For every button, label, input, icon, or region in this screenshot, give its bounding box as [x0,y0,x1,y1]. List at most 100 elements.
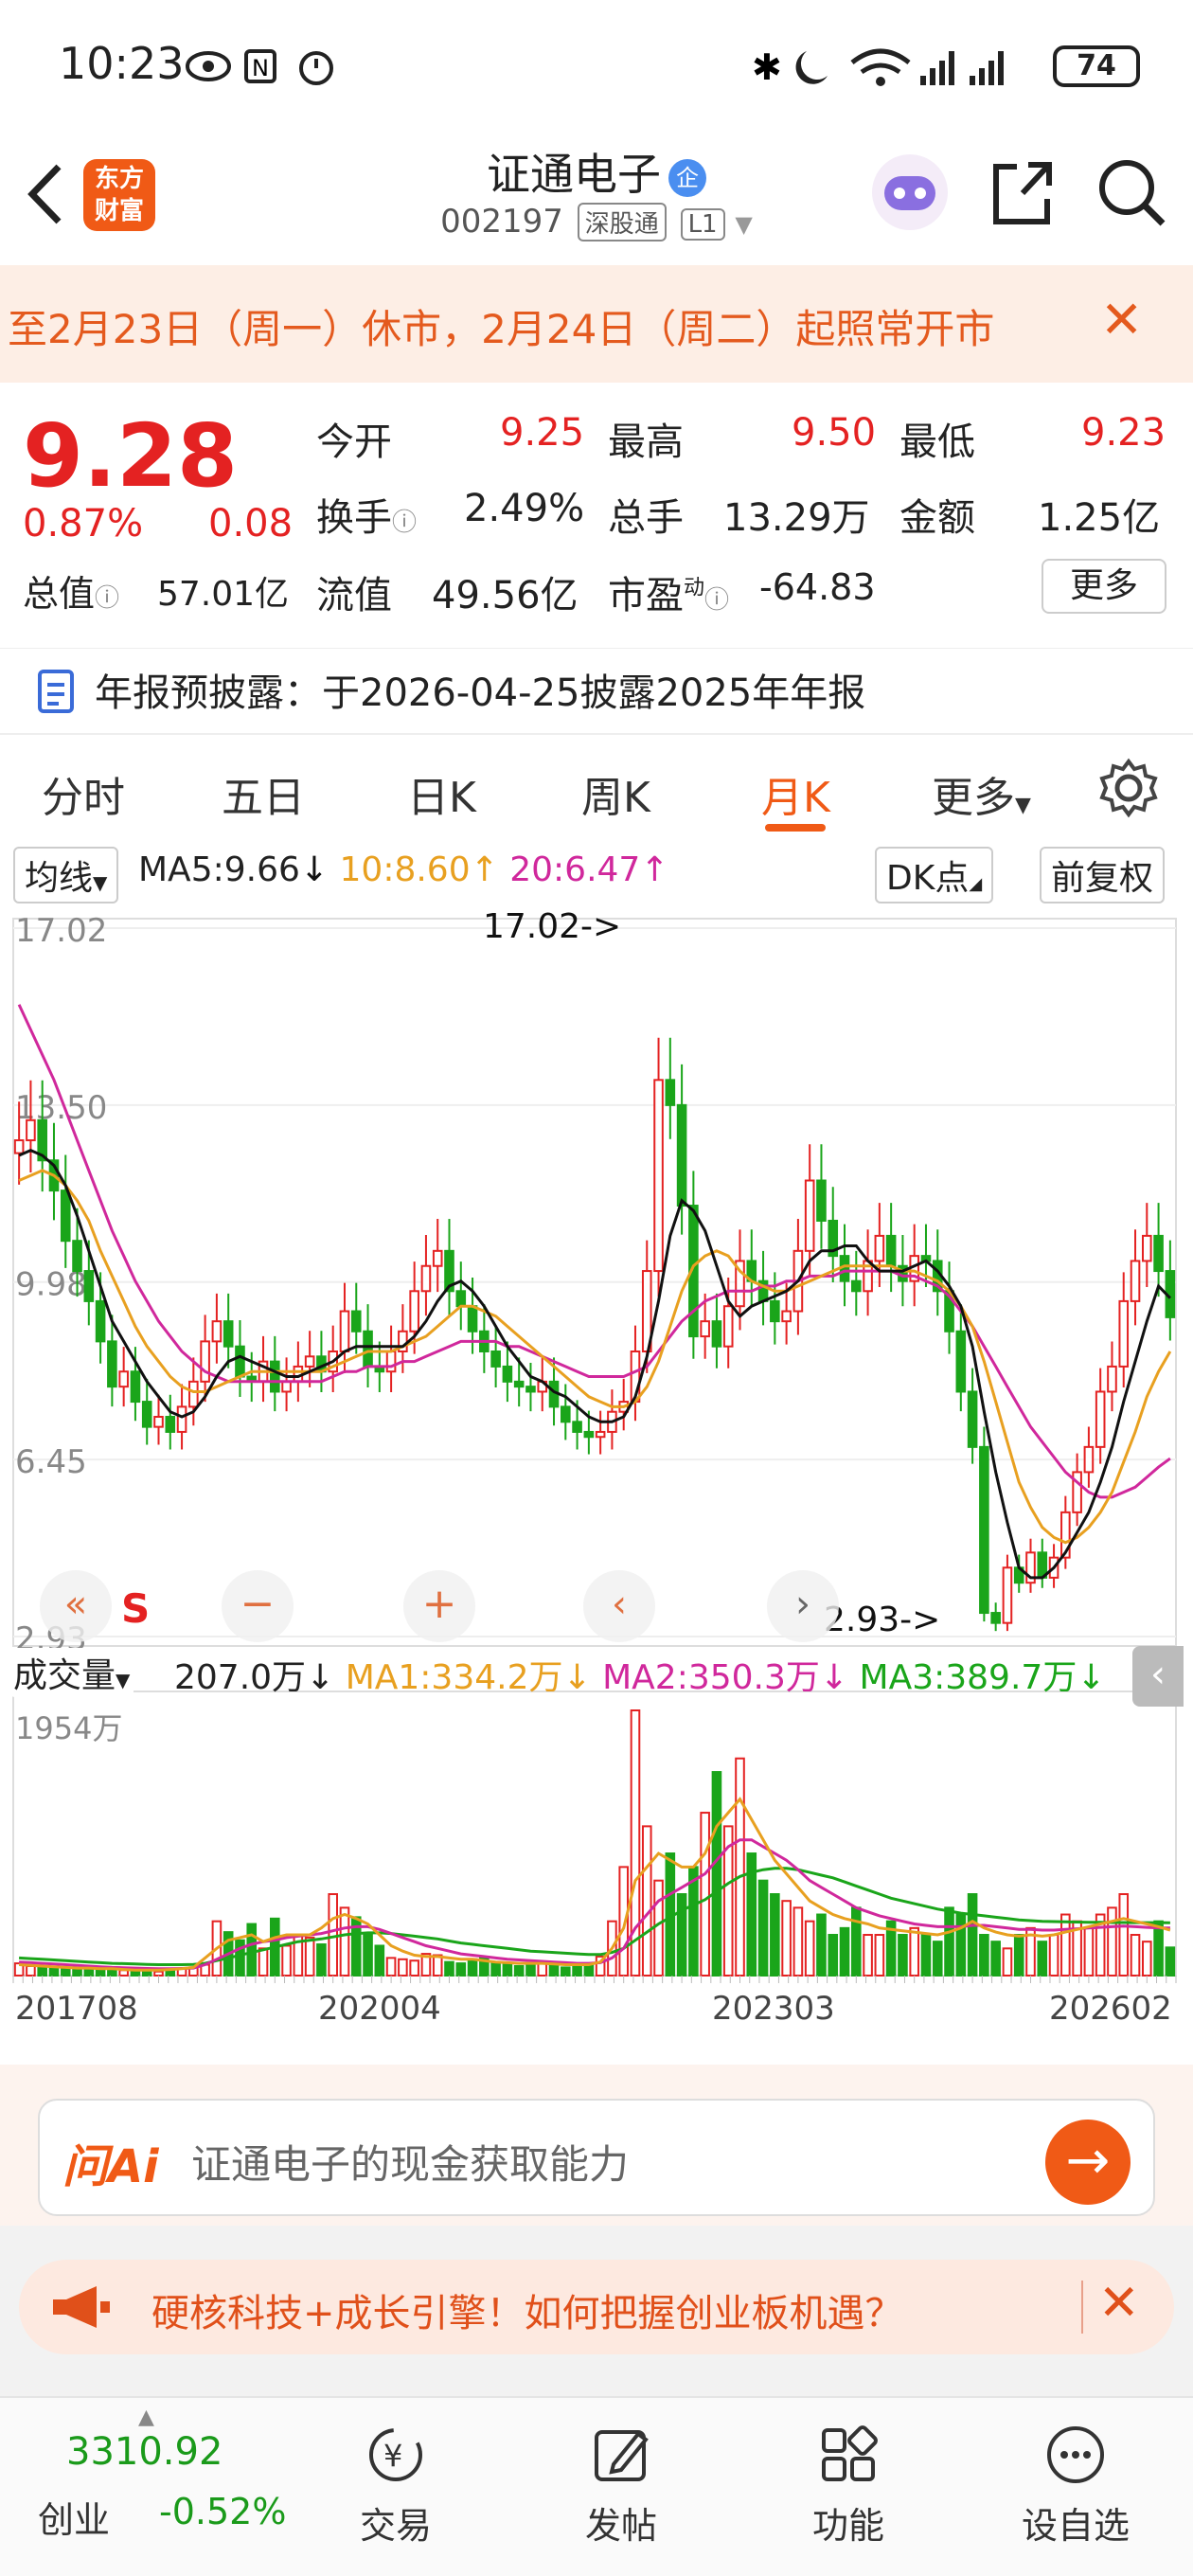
candle [83,1270,95,1302]
collapse-panel-icon[interactable]: ‹ [1132,1646,1184,1707]
volume-value: 207.0万 [174,1658,307,1697]
search-icon[interactable] [1095,155,1170,231]
tab-five-day[interactable]: 五日 [222,763,305,824]
scroll-right-icon[interactable]: › [767,1570,839,1642]
amount-label: 金额 [899,496,975,540]
robot-assistant-icon[interactable] [869,152,951,233]
tab-weekly-k[interactable]: 周K [581,763,650,824]
page-title: 证通电子 [487,149,661,200]
candle [339,1310,350,1352]
volume-bar [920,1934,932,1977]
nav-trade[interactable]: ¥ 交易 [301,2398,490,2576]
nav-post[interactable]: 发帖 [526,2398,716,2576]
gear-icon[interactable] [1098,758,1159,818]
volume-bar [583,1963,595,1977]
scroll-left-icon[interactable]: ‹ [583,1570,655,1642]
zoom-in-icon[interactable]: + [403,1570,475,1642]
arrow-right-icon[interactable]: → [1045,2120,1131,2205]
volume-bar [363,1934,373,1977]
close-icon[interactable]: ✕ [1098,2275,1140,2332]
candle [385,1350,397,1373]
candle [72,1240,82,1273]
ask-ai-box[interactable]: 问Ai 证通电子的现金获取能力 → [38,2099,1155,2216]
volume-bar [572,1964,582,1977]
document-icon [38,670,74,713]
tab-intraday[interactable]: 分时 [42,763,125,824]
candle [153,1416,164,1428]
info-icon[interactable]: ⓘ [704,586,729,615]
candle [223,1320,234,1348]
edit-icon [595,2430,649,2481]
volume-bar [1048,1934,1059,1977]
volume-bar [513,1964,525,1977]
volume-bar [409,1959,419,1977]
volume-bar [676,1893,687,1977]
volume-bar [548,1963,560,1977]
candle [118,1370,129,1388]
candle [502,1365,513,1383]
annual-report-notice[interactable]: 年报预披露：于2026-04-25披露2025年年报 [0,648,1193,733]
candle [1142,1234,1152,1262]
volume-bar [153,1970,164,1977]
promo-banner[interactable]: 硬核科技+成长引擎！如何把握创业板机遇？ ✕ [19,2260,1174,2354]
volume-bar [828,1934,839,1977]
volume-bar [37,1966,47,1977]
megaphone-icon [53,2286,110,2328]
candle [967,1390,978,1448]
zoom-out-icon[interactable]: − [222,1570,294,1642]
volume-bar [316,1943,327,1977]
volume-indicator-select[interactable]: 成交量▼ [9,1648,134,1697]
kline-svg[interactable]: 17.0213.509.986.452.9317.02->2.93->1954万… [0,841,1193,2065]
tab-daily-k[interactable]: 日K [407,763,476,824]
ask-ai-logo: 问Ai [62,2140,159,2193]
price-tick-label: 6.45 [15,1443,87,1481]
share-icon[interactable] [988,157,1055,229]
candle [60,1190,71,1243]
volume-bar [1107,1906,1117,1977]
fast-back-icon[interactable]: « [40,1570,112,1642]
volume-bar [874,1934,885,1977]
max-price-annotation: 17.02-> [483,907,621,946]
caret-down-icon[interactable]: ▼ [735,211,752,238]
candle [13,1139,25,1154]
volume-bar [444,1960,454,1977]
info-icon[interactable]: ⓘ [392,509,417,537]
high-value: 9.50 [792,411,877,455]
more-dots-icon [1047,2426,1104,2483]
more-button[interactable]: 更多 [1042,559,1166,614]
candle [874,1234,885,1262]
ma5-line [18,1148,1171,1580]
info-icon[interactable]: ⓘ [95,584,119,613]
volume-bar [281,1944,292,1977]
candle [816,1179,827,1222]
volume-bar [770,1893,780,1977]
candle [281,1380,292,1393]
x-tick-label: 202004 [318,1990,441,2028]
volume-legend: 207.0万↓ MA1:334.2万↓ MA2:350.3万↓ MA3:389.… [174,1658,1106,1697]
candle [990,1612,1001,1624]
ask-ai-question: 证通电子的现金获取能力 [191,2141,630,2188]
nav-functions[interactable]: 功能 [754,2398,943,2576]
pe-value: -64.83 [759,566,876,608]
tab-monthly-k[interactable]: 月K [761,763,830,824]
active-tab-indicator [765,824,826,832]
volume-bar [1165,1946,1176,1977]
volume-bar [328,1893,338,1977]
tab-more[interactable]: 更多▼ [932,763,1031,824]
candle [1118,1299,1130,1368]
index-ticker[interactable]: ▲ 3310.92 创业 -0.52% [0,2398,286,2576]
price-tick-label: 17.02 [15,912,107,950]
volume-bar [781,1900,792,1977]
volume-label: 总手 [608,496,684,540]
status-bar: 10:23 N ✱ 74 [0,0,1193,133]
volume-bar [990,1941,1001,1977]
close-icon[interactable]: ✕ [1100,290,1143,349]
svg-text:¥: ¥ [383,2438,402,2474]
nav-add-watchlist[interactable]: 设自选 [981,2398,1170,2576]
volume-bar [26,1964,36,1977]
volume-bar [1130,1934,1141,1977]
candle [211,1320,223,1343]
x-tick-label: 201708 [15,1990,138,2028]
notice-text: 至2月23日（周一）休市，2月24日（周二）起照常开市 [8,306,995,352]
svg-text:N: N [252,55,269,81]
